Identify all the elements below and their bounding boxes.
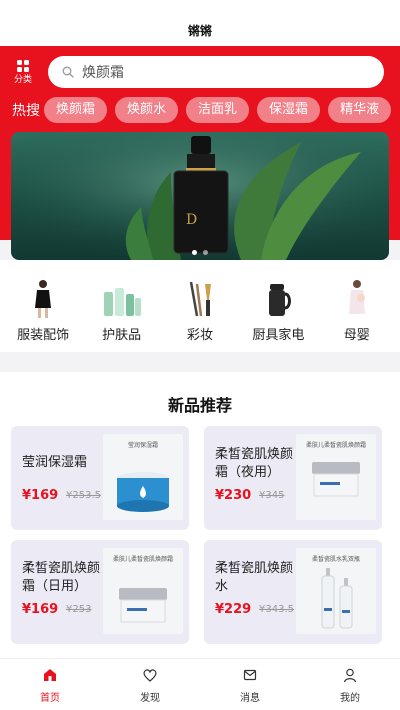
promo-banner[interactable]: D [11,132,389,260]
section-title: 新品推荐 [167,396,232,415]
category-item-kitchen[interactable]: 厨具家电 [242,278,314,352]
product-card[interactable]: 柔皙瓷肌焕颜霜（日用） ¥169 ¥253 柔肤儿柔皙瓷肌焕颜霜 [11,540,189,644]
app-title: 锵锵 [187,24,212,38]
tab-messages[interactable]: 消息 [200,659,300,710]
product-price: ¥169 [22,488,59,503]
category-label: 服装配饰 [17,328,70,343]
kettle-icon [256,278,300,318]
product-price: ¥229 [215,602,252,617]
mother-baby-icon [335,278,379,318]
bottom-tab-bar: 首页 发现 消息 我的 [0,658,400,710]
hot-tag[interactable]: 焕颜霜 [44,97,108,123]
category-item-baby[interactable]: 母婴 [321,278,393,352]
product-image: 柔皙瓷肌水乳双瓶 [296,548,376,634]
hot-search-tags: 焕颜霜 焕颜水 洁面乳 保湿霜 精华液 [44,97,392,123]
new-products-section: 新品推荐 莹润保湿霜 ¥169 ¥253.5 莹润保湿霜 柔皙瓷肌焕颜霜（夜用）… [0,372,400,658]
category-label: 厨具家电 [252,328,305,343]
hot-search-label: 热搜 [12,103,40,119]
banner-pagination [192,250,208,255]
category-row: 服装配饰 护肤品 彩妆 厨具家电 母婴 [0,260,400,352]
banner-brand-text: D [186,212,197,228]
category-item-skincare[interactable]: 护肤品 [86,278,158,352]
hot-tag[interactable]: 焕颜水 [115,97,179,123]
message-icon [243,669,257,681]
product-image: 莹润保湿霜 [103,434,183,520]
tab-discover[interactable]: 发现 [100,659,200,710]
makeup-brush-icon [178,278,222,318]
tab-home[interactable]: 首页 [0,659,100,710]
category-button[interactable]: 分类 [8,58,38,88]
search-placeholder: 焕颜霜 [82,65,124,81]
category-label: 母婴 [343,328,370,343]
product-original-price: ¥345 [259,490,285,501]
tab-label: 我的 [340,693,360,704]
product-image: 柔肤儿柔皙瓷肌焕颜霜 [296,434,376,520]
top-bar: 锵锵 [0,0,400,46]
category-item-fashion[interactable]: 服装配饰 [7,278,79,352]
home-icon [44,669,56,681]
search-input[interactable]: 焕颜霜 [48,56,384,88]
banner-image: D [11,132,389,260]
pagination-dot [203,250,208,255]
search-icon [62,66,74,78]
category-item-makeup[interactable]: 彩妆 [164,278,236,352]
product-original-price: ¥343.5 [259,604,294,615]
user-icon [343,668,357,683]
hot-tag[interactable]: 保湿霜 [257,97,321,123]
category-button-label: 分类 [13,75,32,85]
hot-tag[interactable]: 洁面乳 [186,97,250,123]
product-card[interactable]: 柔皙瓷肌焕颜水 ¥229 ¥343.5 柔皙瓷肌水乳双瓶 [204,540,382,644]
grid-icon [17,60,29,72]
tab-profile[interactable]: 我的 [300,659,400,710]
category-label: 彩妆 [186,328,213,343]
product-image-caption: 莹润保湿霜 [127,442,158,449]
product-image-caption: 柔肤儿柔皙瓷肌焕颜霜 [112,556,173,563]
product-image: 柔肤儿柔皙瓷肌焕颜霜 [103,548,183,634]
tab-label: 发现 [140,693,160,704]
product-name: 莹润保湿霜 [22,455,88,470]
product-name: 柔皙瓷肌焕颜水 [215,561,294,594]
hot-tag[interactable]: 精华液 [328,97,392,123]
product-name: 柔皙瓷肌焕颜霜（日用） [22,561,101,594]
pagination-dot-active [192,250,197,255]
product-image-caption: 柔皙瓷肌水乳双瓶 [311,556,360,563]
product-name: 柔皙瓷肌焕颜霜（夜用） [215,447,294,480]
fashion-model-icon [21,278,65,318]
product-price: ¥169 [22,602,59,617]
product-original-price: ¥253.5 [66,490,101,501]
tab-label: 消息 [240,693,260,704]
product-image-caption: 柔肤儿柔皙瓷肌焕颜霜 [305,442,366,449]
product-original-price: ¥253 [66,604,92,615]
tab-label: 首页 [40,693,60,704]
product-price: ¥230 [215,488,252,503]
product-card[interactable]: 柔皙瓷肌焕颜霜（夜用） ¥230 ¥345 柔肤儿柔皙瓷肌焕颜霜 [204,426,382,530]
heart-icon [143,669,157,682]
skincare-bottles-icon [100,278,144,318]
category-label: 护肤品 [102,328,142,343]
product-card[interactable]: 莹润保湿霜 ¥169 ¥253.5 莹润保湿霜 [11,426,189,530]
